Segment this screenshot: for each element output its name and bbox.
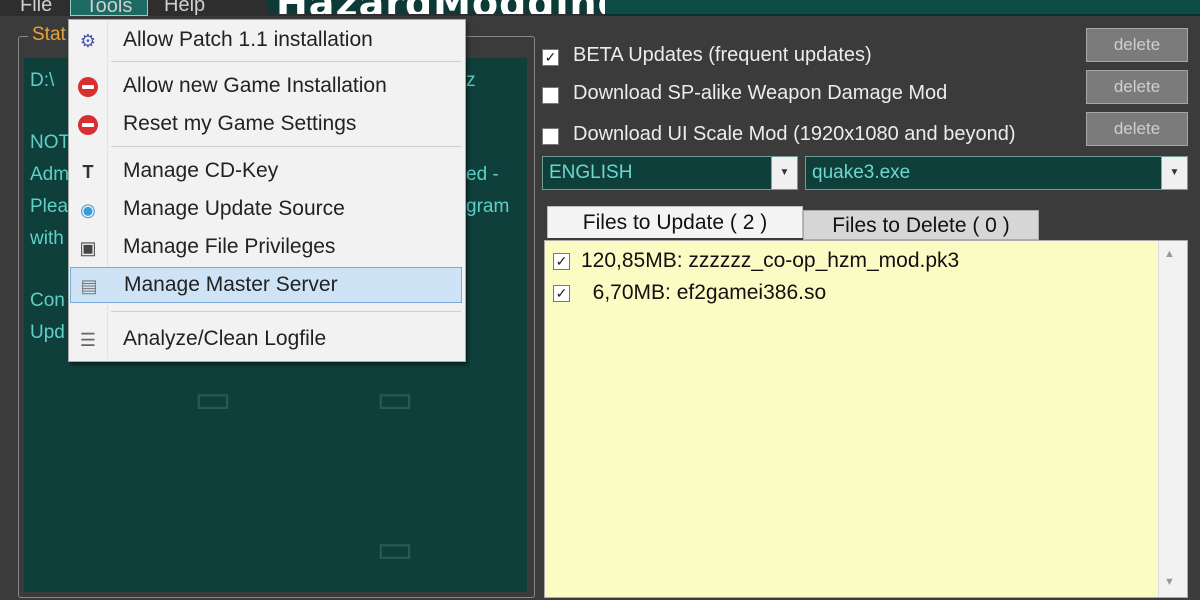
server-icon: ▤	[80, 276, 98, 296]
status-fragment: gram	[466, 196, 510, 217]
file-list-scrollbar[interactable]	[1158, 241, 1187, 597]
ui-scale-mod-label: Download UI Scale Mod (1920x1080 and bey…	[573, 123, 1016, 145]
menu-item-label: Manage Master Server	[124, 273, 338, 296]
menu-item-label: Allow Patch 1.1 installation	[123, 28, 373, 51]
file-checkbox[interactable]: ✓	[553, 285, 570, 302]
delete-sp-weapon-button[interactable]: delete	[1086, 70, 1188, 104]
update-source-icon: ◉	[80, 200, 96, 220]
status-line: D:\	[30, 70, 55, 91]
executable-select[interactable]: quake3.exe ▼	[805, 156, 1188, 190]
header-strip	[605, 0, 1200, 16]
menu-item-label: Reset my Game Settings	[123, 112, 357, 135]
file-list: ✓ 120,85MB: zzzzzz_co-op_hzm_mod.pk3 ✓ 6…	[544, 240, 1188, 598]
delete-ui-scale-button[interactable]: delete	[1086, 112, 1188, 146]
tab-files-to-update[interactable]: Files to Update ( 2 )	[547, 206, 803, 238]
watermark-icon: ▭	[194, 377, 232, 421]
scroll-up-icon[interactable]: ▲	[1164, 248, 1175, 260]
tab-files-to-delete[interactable]: Files to Delete ( 0 )	[803, 210, 1039, 240]
status-line: with	[30, 228, 64, 249]
tools-dropdown-menu: ⚙ Allow Patch 1.1 installation Allow new…	[68, 19, 466, 362]
status-fragment: z	[466, 70, 476, 91]
status-line: Plea	[30, 196, 69, 217]
ui-scale-mod-checkbox[interactable]	[542, 128, 559, 145]
status-line: Upd	[30, 322, 65, 343]
file-entry: 120,85MB: zzzzzz_co-op_hzm_mod.pk3	[581, 249, 960, 272]
file-checkbox[interactable]: ✓	[553, 253, 570, 270]
status-fragment: ed -	[466, 164, 499, 185]
menu-separator	[111, 311, 461, 312]
stop-icon	[76, 75, 100, 99]
status-line: NOT	[30, 132, 71, 153]
menu-item-allow-patch[interactable]: ⚙ Allow Patch 1.1 installation	[70, 23, 462, 57]
scroll-down-icon[interactable]: ▼	[1164, 576, 1175, 588]
beta-updates-checkbox[interactable]: ✓	[542, 49, 559, 66]
menu-item-update-source[interactable]: ◉ Manage Update Source	[70, 192, 462, 226]
sp-weapon-mod-checkbox[interactable]	[542, 87, 559, 104]
menu-item-label: Analyze/Clean Logfile	[123, 327, 327, 350]
menu-file[interactable]: File	[20, 0, 52, 17]
menu-separator	[111, 146, 461, 147]
language-value: ENGLISH	[549, 162, 633, 183]
menu-item-file-privileges[interactable]: ▣ Manage File Privileges	[70, 230, 462, 264]
sp-weapon-mod-label: Download SP-alike Weapon Damage Mod	[573, 82, 948, 104]
key-icon: T	[82, 162, 94, 182]
menu-tools[interactable]: Tools	[70, 0, 148, 17]
delete-beta-button[interactable]: delete	[1086, 28, 1188, 62]
watermark-icon: ▭	[376, 527, 414, 571]
executable-value: quake3.exe	[812, 162, 911, 183]
menu-separator	[111, 61, 461, 62]
beta-updates-label: BETA Updates (frequent updates)	[573, 44, 872, 66]
app-logo: HazardModding	[268, 0, 634, 14]
menu-help[interactable]: Help	[164, 0, 205, 17]
save-icon: ▣	[79, 238, 97, 258]
status-line: Con	[30, 290, 65, 311]
language-select[interactable]: ENGLISH ▼	[542, 156, 798, 190]
status-line: Adm	[30, 164, 70, 185]
menu-item-label: Manage File Privileges	[123, 235, 336, 258]
menu-item-master-server[interactable]: ▤ Manage Master Server	[70, 267, 462, 303]
menu-item-analyze-logfile[interactable]: ☰ Analyze/Clean Logfile	[70, 322, 462, 356]
stop-icon	[76, 113, 100, 137]
menu-item-label: Manage CD-Key	[123, 159, 279, 182]
menu-item-allow-new-install[interactable]: Allow new Game Installation	[70, 69, 462, 103]
watermark-icon: ▭	[376, 377, 414, 421]
patch-icon: ⚙	[79, 31, 97, 51]
chevron-down-icon[interactable]: ▼	[1161, 157, 1187, 189]
menu-item-manage-cd-key[interactable]: T Manage CD-Key	[70, 154, 462, 188]
menu-item-label: Manage Update Source	[123, 197, 345, 220]
status-legend: Stat	[28, 24, 70, 46]
menu-item-label: Allow new Game Installation	[123, 74, 387, 97]
menu-item-reset-settings[interactable]: Reset my Game Settings	[70, 107, 462, 141]
logfile-icon: ☰	[79, 330, 97, 350]
file-entry: 6,70MB: ef2gamei386.so	[581, 281, 827, 304]
chevron-down-icon[interactable]: ▼	[771, 157, 797, 189]
